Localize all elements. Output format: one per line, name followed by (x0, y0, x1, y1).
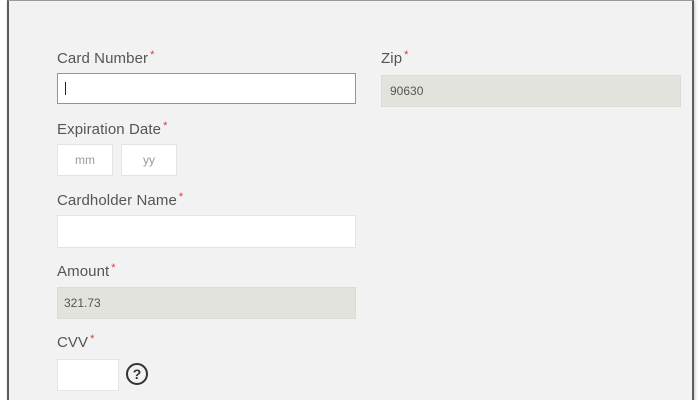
required-asterisk: * (111, 262, 116, 274)
cvv-input[interactable] (57, 359, 119, 391)
amount-label: Amount * (57, 262, 116, 280)
question-circle-icon[interactable]: ? (126, 363, 148, 385)
card-number-label: Card Number * (57, 49, 155, 67)
zip-field: 90630 (381, 75, 681, 107)
amount-value: 321.73 (64, 296, 101, 310)
zip-label-text: Zip (381, 50, 403, 67)
expiration-month-input[interactable]: mm (57, 144, 113, 176)
amount-field: 321.73 (57, 287, 356, 319)
cvv-label-text: CVV (57, 334, 89, 351)
expiration-date-label-text: Expiration Date (57, 121, 162, 138)
cardholder-name-input[interactable] (57, 215, 356, 248)
year-placeholder: yy (143, 153, 155, 167)
cardholder-name-label-text: Cardholder Name (57, 192, 177, 209)
amount-label-text: Amount (57, 263, 110, 280)
card-number-label-text: Card Number (57, 50, 149, 67)
expiration-year-input[interactable]: yy (121, 144, 177, 176)
cvv-label: CVV * (57, 333, 95, 351)
payment-form-panel: Card Number * Zip * 90630 Expiration Date *… (7, 0, 694, 400)
zip-value: 90630 (390, 84, 424, 98)
required-asterisk: * (90, 333, 95, 345)
cardholder-name-label: Cardholder Name * (57, 191, 184, 209)
required-asterisk: * (150, 49, 155, 61)
text-caret (65, 82, 66, 95)
required-asterisk: * (163, 120, 168, 132)
card-number-input[interactable] (57, 73, 356, 104)
required-asterisk: * (404, 49, 409, 61)
zip-label: Zip * (381, 49, 409, 67)
help-glyph: ? (132, 366, 142, 382)
month-placeholder: mm (75, 153, 95, 167)
required-asterisk: * (178, 191, 184, 203)
expiration-date-label: Expiration Date * (57, 120, 168, 138)
